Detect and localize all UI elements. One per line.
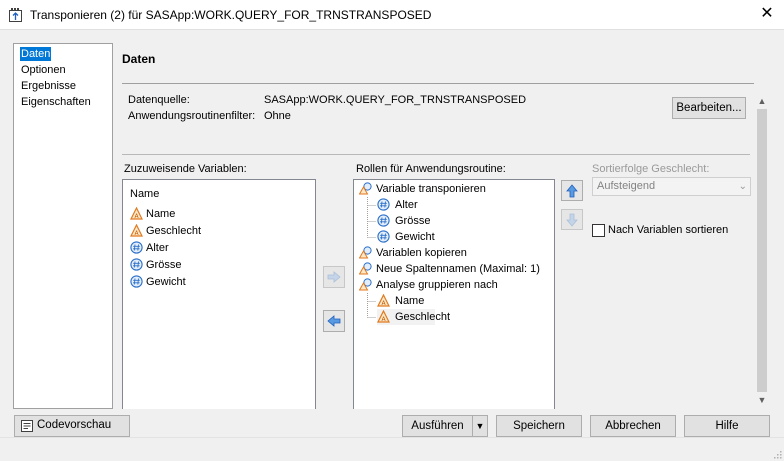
role-icon — [359, 246, 372, 259]
sort-by-variables-checkbox[interactable] — [592, 224, 605, 237]
code-preview-icon — [21, 420, 33, 435]
sort-order-dropdown[interactable]: Aufsteigend ⌄ — [592, 177, 751, 196]
cancel-button[interactable]: Abbrechen — [590, 415, 676, 437]
roles-tree[interactable]: Variable transponieren Alter Grösse Gewi… — [353, 179, 555, 409]
filter-label: Anwendungsroutinenfilter: — [128, 110, 256, 122]
remove-from-role-button[interactable] — [323, 310, 345, 332]
dropdown-arrow-icon: ▼ — [475, 421, 485, 431]
numeric-variable-icon — [377, 230, 390, 243]
role-child-geschlecht[interactable]: A Geschlecht — [377, 309, 450, 325]
filter-value: Ohne — [264, 110, 291, 122]
vertical-scrollbar[interactable]: ▲ ▼ — [754, 93, 770, 409]
role-label: Variablen kopieren — [376, 247, 467, 259]
datasource-value: SASApp:WORK.QUERY_FOR_TRNSTRANSPOSED — [264, 94, 527, 106]
code-preview-label: Codevorschau — [37, 419, 112, 431]
window-title: Transponieren (2) für SASApp:WORK.QUERY_… — [30, 8, 432, 22]
close-icon[interactable]: ✕ — [758, 5, 776, 23]
variable-label: Gewicht — [146, 276, 186, 288]
sort-order-label: Sortierfolge Geschlecht: — [592, 163, 710, 175]
variable-label: Name — [146, 208, 176, 220]
add-to-role-button[interactable] — [323, 266, 345, 288]
chevron-down-icon: ⌄ — [738, 181, 747, 192]
variable-label: Grösse — [146, 259, 182, 271]
app-icon — [9, 8, 22, 22]
character-variable-icon: A — [130, 224, 143, 237]
available-variables-label: Zuzuweisende Variablen: — [124, 163, 247, 175]
footer-divider — [0, 437, 784, 438]
nav-item-ergebnisse[interactable]: Ergebnisse — [20, 79, 77, 93]
sort-order-value: Aufsteigend — [597, 180, 656, 192]
available-variables-list[interactable]: Name A Name A Geschlecht Alter Grösse Ge… — [122, 179, 316, 409]
content-panel: Daten Datenquelle: SASApp:WORK.QUERY_FOR… — [114, 43, 770, 409]
nav-item-eigenschaften[interactable]: Eigenschaften — [20, 95, 92, 109]
character-variable-icon: A — [377, 310, 390, 323]
numeric-variable-icon — [130, 275, 143, 288]
navigation-list[interactable]: Daten Optionen Ergebnisse Eigenschaften — [13, 43, 113, 409]
numeric-variable-icon — [377, 214, 390, 227]
scrollbar-thumb[interactable] — [757, 109, 767, 392]
character-variable-icon: A — [377, 294, 390, 307]
role-label: Neue Spaltennamen (Maximal: 1) — [376, 263, 540, 275]
role-child-label: Alter — [395, 199, 418, 211]
role-label: Variable transponieren — [376, 183, 486, 195]
code-preview-button[interactable]: Codevorschau — [14, 415, 130, 437]
role-label: Analyse gruppieren nach — [376, 279, 498, 291]
page-title: Daten — [122, 52, 156, 66]
title-divider — [122, 83, 754, 84]
sort-by-variables-label: Nach Variablen sortieren — [608, 224, 729, 236]
nav-item-daten[interactable]: Daten — [20, 47, 52, 61]
role-child-label: Grösse — [395, 215, 431, 227]
scroll-up-icon[interactable]: ▲ — [754, 93, 770, 109]
save-button[interactable]: Speichern — [496, 415, 582, 437]
move-down-button[interactable] — [561, 209, 583, 230]
role-child-label: Name — [395, 295, 425, 307]
section-divider — [122, 154, 750, 155]
roles-label: Rollen für Anwendungsroutine: — [356, 163, 506, 175]
scroll-down-icon[interactable]: ▼ — [754, 392, 770, 408]
role-child-label: Gewicht — [395, 231, 435, 243]
variable-label: Geschlecht — [146, 225, 202, 237]
role-icon — [359, 262, 372, 275]
numeric-variable-icon — [130, 258, 143, 271]
nav-item-optionen[interactable]: Optionen — [20, 63, 67, 77]
character-variable-icon: A — [130, 207, 143, 220]
title-bar: Transponieren (2) für SASApp:WORK.QUERY_… — [0, 0, 784, 30]
run-dropdown-button[interactable]: ▼ — [472, 415, 488, 437]
numeric-variable-icon — [377, 198, 390, 211]
numeric-variable-icon — [130, 241, 143, 254]
role-icon — [359, 182, 372, 195]
move-up-button[interactable] — [561, 180, 583, 201]
run-button[interactable]: Ausführen — [402, 415, 473, 437]
variable-label: Alter — [146, 242, 169, 254]
datasource-label: Datenquelle: — [128, 94, 190, 106]
edit-button[interactable]: Bearbeiten... — [672, 97, 746, 119]
resize-grip-icon[interactable] — [772, 449, 782, 459]
role-child-label: Geschlecht — [395, 311, 451, 323]
help-button[interactable]: Hilfe — [684, 415, 770, 437]
column-header-name: Name — [130, 188, 160, 200]
role-icon — [359, 278, 372, 291]
